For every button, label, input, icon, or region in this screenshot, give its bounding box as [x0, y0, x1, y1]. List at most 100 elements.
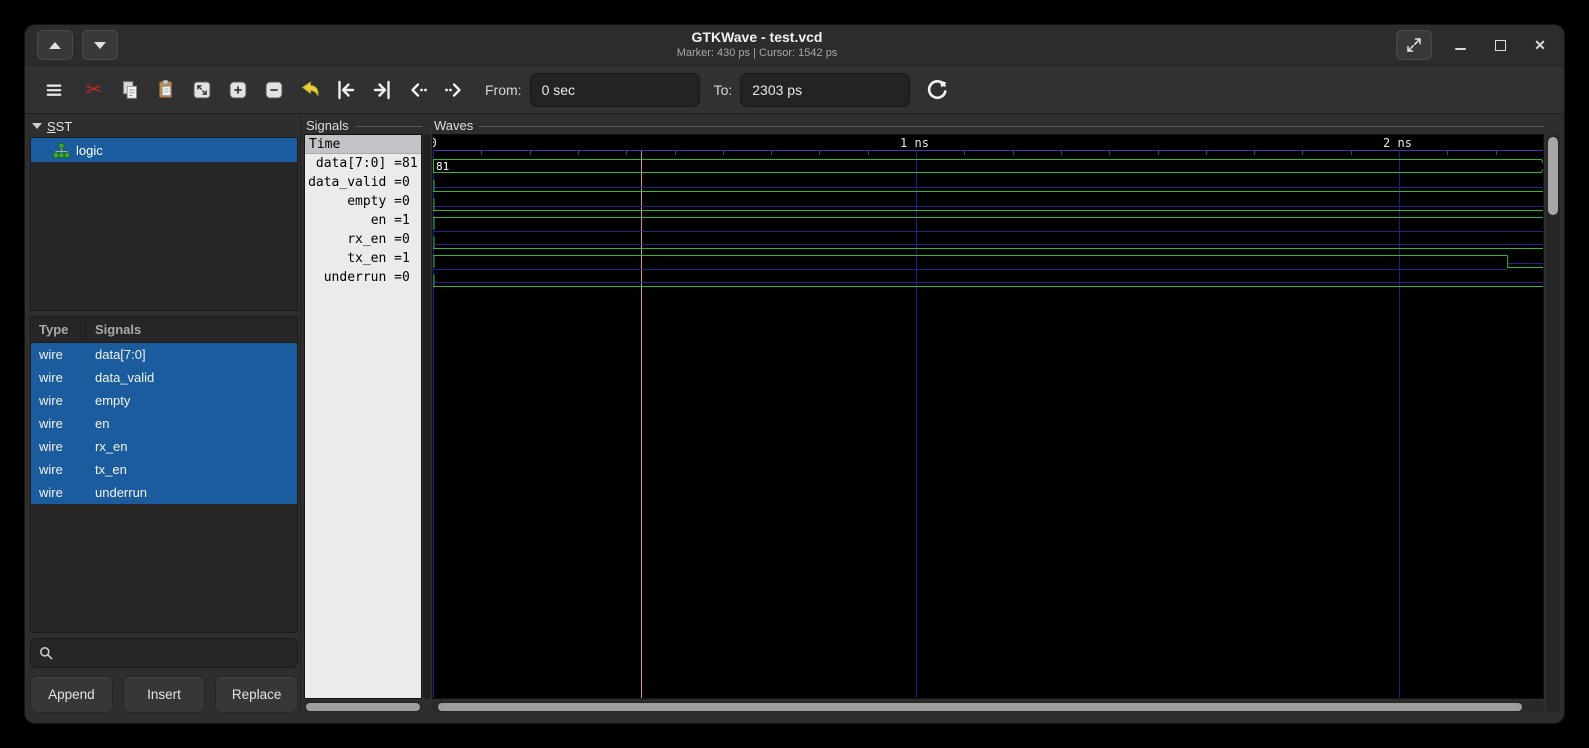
table-row[interactable]: wireunderrun: [31, 481, 297, 504]
cell-type: wire: [31, 462, 85, 477]
signal-value: 0: [402, 194, 418, 209]
cell-name: empty: [85, 393, 130, 408]
scrollbar-thumb[interactable]: [438, 703, 1522, 711]
go-to-start-button[interactable]: [329, 74, 363, 106]
paste-icon: [155, 79, 177, 101]
wave-canvas[interactable]: 01 ns2 ns81: [433, 135, 1544, 699]
action-buttons: Append Insert Replace: [30, 676, 298, 713]
signal-value: 0: [402, 232, 418, 247]
signal-name: en: [307, 213, 394, 228]
search-icon: [38, 645, 54, 661]
equals-sign: =: [394, 156, 402, 171]
cell-type: wire: [31, 439, 85, 454]
table-row[interactable]: wiredata_valid: [31, 366, 297, 389]
signals-horizontal-scrollbar[interactable]: [304, 701, 422, 713]
signals-list: Time data[7:0] =81 data_valid =0 empty =…: [304, 134, 422, 699]
to-label: To:: [714, 82, 733, 98]
maximize-button[interactable]: [1488, 33, 1512, 57]
signal-name: data[7:0]: [307, 156, 394, 171]
zoom-in-button[interactable]: [221, 74, 255, 106]
signal-value-row[interactable]: empty =0: [305, 192, 421, 211]
append-button[interactable]: Append: [30, 676, 113, 713]
paste-button[interactable]: [149, 74, 183, 106]
signal-value-row[interactable]: data_valid =0: [305, 173, 421, 192]
waves-vertical-scrollbar[interactable]: [1546, 134, 1560, 713]
menu-button[interactable]: [37, 74, 71, 106]
signal-value-row[interactable]: rx_en =0: [305, 230, 421, 249]
signal-name: data_valid: [307, 175, 394, 190]
cursor-status: Cursor: 1542 ps: [759, 47, 837, 59]
equals-sign: =: [394, 232, 402, 247]
next-edge-button[interactable]: [437, 74, 471, 106]
arrow-up-icon: [49, 42, 61, 49]
marker-cursor-status: Marker: 430 ps | Cursor: 1542 ps: [118, 47, 1396, 61]
scrollbar-thumb[interactable]: [306, 703, 420, 711]
signal-name: underrun: [307, 270, 394, 285]
signals-vertical-scrollbar[interactable]: [423, 134, 431, 699]
replace-button[interactable]: Replace: [215, 676, 298, 713]
table-row[interactable]: wirerx_en: [31, 435, 297, 458]
table-row[interactable]: wireempty: [31, 389, 297, 412]
zoom-out-icon: [263, 79, 285, 101]
cell-type: wire: [31, 416, 85, 431]
from-input[interactable]: [530, 73, 700, 107]
arrow-down-icon: [94, 42, 106, 49]
close-button[interactable]: ✕: [1528, 33, 1552, 57]
to-input[interactable]: [740, 73, 910, 107]
table-row[interactable]: wiretx_en: [31, 458, 297, 481]
go-to-end-button[interactable]: [365, 74, 399, 106]
waves-horizontal-scrollbar[interactable]: [432, 701, 1544, 713]
undo-icon: [298, 78, 322, 102]
cell-name: tx_en: [85, 462, 127, 477]
equals-sign: =: [394, 194, 402, 209]
prev-edge-button[interactable]: [401, 74, 435, 106]
zoom-fit-button[interactable]: [185, 74, 219, 106]
signal-search[interactable]: [30, 638, 298, 668]
search-input[interactable]: [60, 645, 290, 662]
signal-value-row[interactable]: tx_en =1: [305, 249, 421, 268]
equals-sign: =: [394, 251, 402, 266]
zoom-out-button[interactable]: [257, 74, 291, 106]
scrollbar-thumb[interactable]: [1548, 137, 1558, 215]
signal-value-row[interactable]: data[7:0] =81: [305, 154, 421, 173]
shift-down-button[interactable]: [82, 30, 118, 60]
shift-up-button[interactable]: [37, 30, 73, 60]
bus-trace: [434, 160, 1545, 173]
table-row[interactable]: wireen: [31, 412, 297, 435]
minimize-button[interactable]: [1448, 33, 1472, 57]
expander-triangle-icon: [32, 123, 42, 129]
reload-icon: [925, 78, 949, 102]
cell-type: wire: [31, 485, 85, 500]
column-header-signals[interactable]: Signals: [86, 322, 141, 337]
zoom-in-icon: [227, 79, 249, 101]
equals-sign: =: [394, 270, 402, 285]
signal-name: rx_en: [307, 232, 394, 247]
reload-button[interactable]: [920, 74, 954, 106]
undo-button[interactable]: [293, 74, 327, 106]
signal-value-row[interactable]: en =1: [305, 211, 421, 230]
sst-panel: SST logic Type Signals: [30, 117, 298, 713]
sst-label: SST: [47, 119, 72, 134]
signal-value-row[interactable]: underrun =0: [305, 268, 421, 287]
tree-item-logic[interactable]: logic: [31, 138, 297, 162]
copy-button[interactable]: [113, 74, 147, 106]
column-header-type[interactable]: Type: [31, 317, 86, 342]
cut-button[interactable]: ✂: [77, 74, 111, 106]
signal-type-table: Type Signals wiredata[7:0] wiredata_vali…: [30, 316, 298, 633]
fullscreen-button[interactable]: [1396, 30, 1432, 60]
timeline-label: 0: [433, 136, 437, 150]
window-title: GTKWave - test.vcd: [118, 29, 1396, 47]
main-content: SST logic Type Signals: [25, 114, 1564, 723]
arrow-to-start-icon: [334, 78, 358, 102]
insert-button[interactable]: Insert: [123, 676, 206, 713]
panel-divider[interactable]: [298, 117, 304, 713]
waves-panel-title: Waves: [432, 117, 1544, 134]
signal-value: 0: [402, 270, 418, 285]
signals-panel-title: Signals: [304, 117, 422, 134]
cell-name: data[7:0]: [85, 347, 146, 362]
arrow-left-dotted-icon: [406, 78, 430, 102]
status-separator: |: [753, 47, 756, 59]
table-row[interactable]: wiredata[7:0]: [31, 343, 297, 366]
arrow-right-dotted-icon: [442, 78, 466, 102]
sst-expander[interactable]: SST: [30, 117, 298, 135]
